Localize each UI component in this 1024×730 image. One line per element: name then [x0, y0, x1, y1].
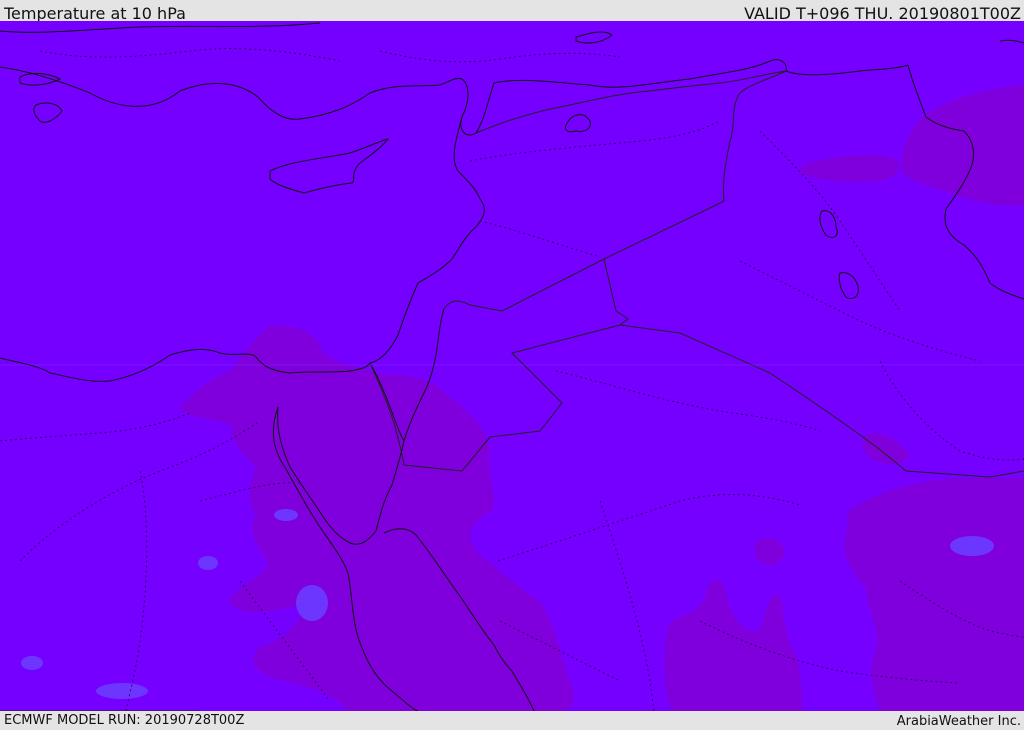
map-canvas	[0, 21, 1024, 711]
cool-spot-east	[950, 536, 994, 556]
map-footer: ECMWF MODEL RUN: 20190728T00Z ArabiaWeat…	[0, 711, 1024, 729]
model-run-label: ECMWF MODEL RUN: 20190728T00Z	[4, 713, 245, 728]
weather-map-view: Temperature at 10 hPa VALID T+096 THU. 2…	[0, 0, 1024, 729]
cool-spot-egypt	[198, 556, 218, 570]
credit-label: ArabiaWeather Inc.	[896, 714, 1021, 729]
map-header: Temperature at 10 hPa VALID T+096 THU. 2…	[0, 0, 1024, 23]
temperature-map[interactable]	[0, 21, 1024, 711]
cool-spot-nile	[296, 585, 328, 621]
cool-spot-west	[21, 656, 43, 670]
cool-spot-southwest	[96, 683, 148, 699]
cool-spot-sinai	[274, 509, 298, 521]
